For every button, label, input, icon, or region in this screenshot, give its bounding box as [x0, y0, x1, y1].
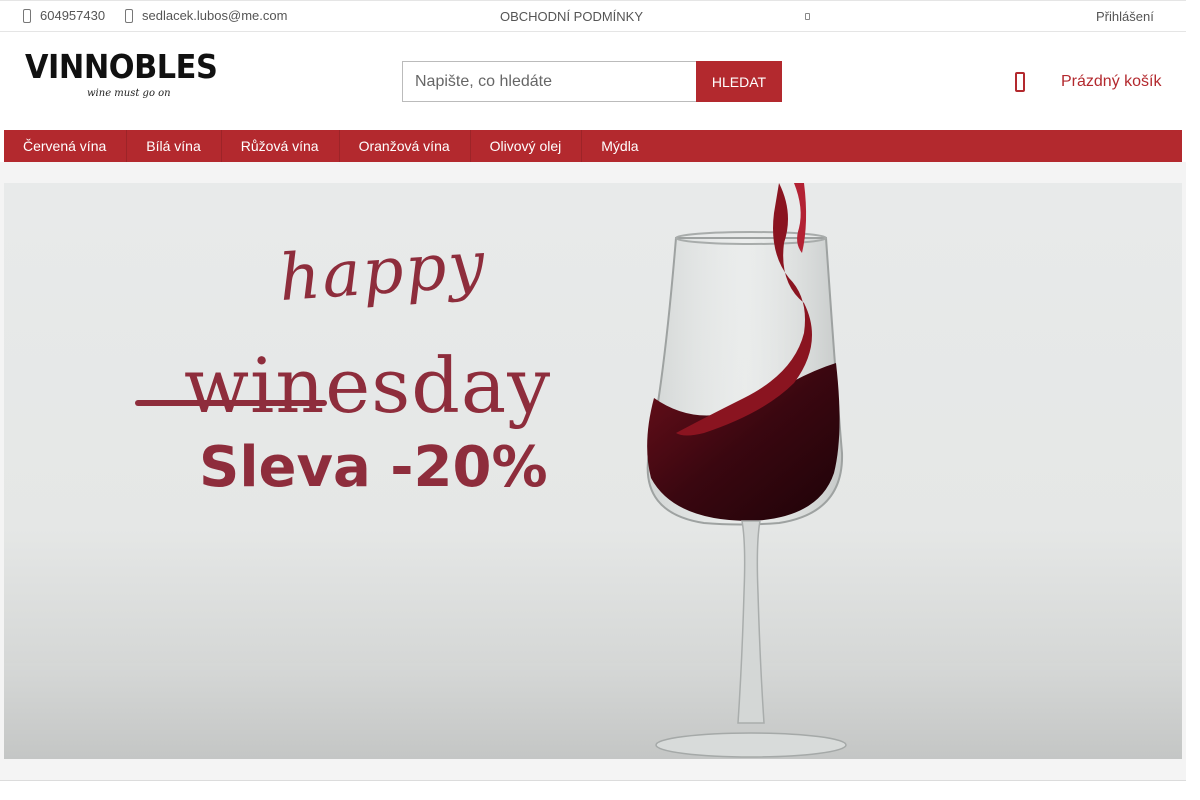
email-icon [125, 8, 133, 23]
banner-winesday-text: winesday [184, 341, 552, 430]
login-link[interactable]: Přihlášení [1096, 9, 1154, 24]
terms-link[interactable]: OBCHODNÍ PODMÍNKY [500, 9, 643, 24]
email-contact[interactable]: sedlacek.lubos@me.com [125, 8, 287, 23]
divider [0, 780, 1186, 781]
site-logo[interactable]: VINNOBLES wine must go on [25, 50, 225, 110]
top-bar: 604957430 sedlacek.lubos@me.com OBCHODNÍ… [0, 0, 1186, 32]
strikethrough-line [135, 400, 327, 406]
cart-link[interactable]: Prázdný košík [1015, 72, 1161, 92]
dropdown-icon[interactable] [805, 13, 810, 20]
phone-contact[interactable]: 604957430 [23, 8, 105, 23]
wine-glass-illustration [646, 183, 847, 758]
nav-item-bila-vina[interactable]: Bílá vína [127, 130, 222, 162]
nav-item-mydla[interactable]: Mýdla [582, 130, 658, 162]
email-address: sedlacek.lubos@me.com [142, 8, 288, 23]
promo-banner[interactable]: happy winesday Sleva -20% [4, 183, 1182, 759]
banner-discount-text: Sleva -20% [199, 435, 548, 500]
logo-name: VINNOBLES [25, 47, 218, 86]
nav-item-oranzova-vina[interactable]: Oranžová vína [340, 130, 471, 162]
cart-icon [1015, 72, 1025, 92]
search-button[interactable]: HLEDAT [696, 61, 782, 102]
logo-tagline: wine must go on [87, 88, 171, 99]
main-nav: Červená vína Bílá vína Růžová vína Oranž… [4, 130, 1182, 162]
search-input[interactable] [402, 61, 696, 102]
nav-item-olivovy-olej[interactable]: Olivový olej [471, 130, 583, 162]
banner-section: happy winesday Sleva -20% [0, 162, 1186, 780]
cart-label: Prázdný košík [1061, 73, 1162, 90]
phone-icon [23, 8, 31, 23]
phone-number: 604957430 [40, 8, 106, 23]
nav-item-cervena-vina[interactable]: Červená vína [4, 130, 128, 162]
search-form: HLEDAT [402, 61, 782, 102]
banner-happy-text: happy [276, 227, 489, 317]
nav-item-ruzova-vina[interactable]: Růžová vína [222, 130, 340, 162]
